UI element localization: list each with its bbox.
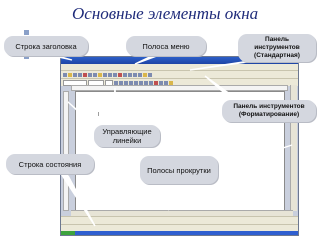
callout-formatting-toolbar-line1: Панель инструментов — [233, 103, 305, 110]
callout-standard-toolbar: Панель инструментов (Стандартная) — [238, 34, 316, 62]
callout-formatting-toolbar-line2: (Форматирование) — [238, 111, 300, 118]
callout-menu-bar-text: Полоса меню — [142, 41, 190, 51]
callout-standard-toolbar-line1: Панель — [265, 36, 289, 43]
callout-scrollbars-text: Полосы прокрутки — [147, 165, 211, 175]
callout-scrollbars: Полосы прокрутки — [140, 156, 218, 184]
callout-standard-toolbar-line2: инструментов — [254, 44, 300, 51]
callout-formatting-toolbar: Панель инструментов (Форматирование) — [222, 100, 316, 122]
callout-status-bar: Строка состояния — [6, 154, 94, 174]
callout-rulers: Управляющие линейки — [94, 125, 160, 147]
callout-status-bar-text: Строка состояния — [18, 159, 82, 169]
callout-title-bar: Строка заголовка — [4, 36, 88, 56]
callout-rulers-line2: линейки — [112, 136, 142, 145]
callout-rulers-line1: Управляющие — [102, 127, 152, 136]
callout-standard-toolbar-line3: (Стандартная) — [254, 52, 300, 59]
callout-title-bar-text: Строка заголовка — [15, 41, 77, 51]
callout-menu-bar: Полоса меню — [126, 36, 206, 56]
